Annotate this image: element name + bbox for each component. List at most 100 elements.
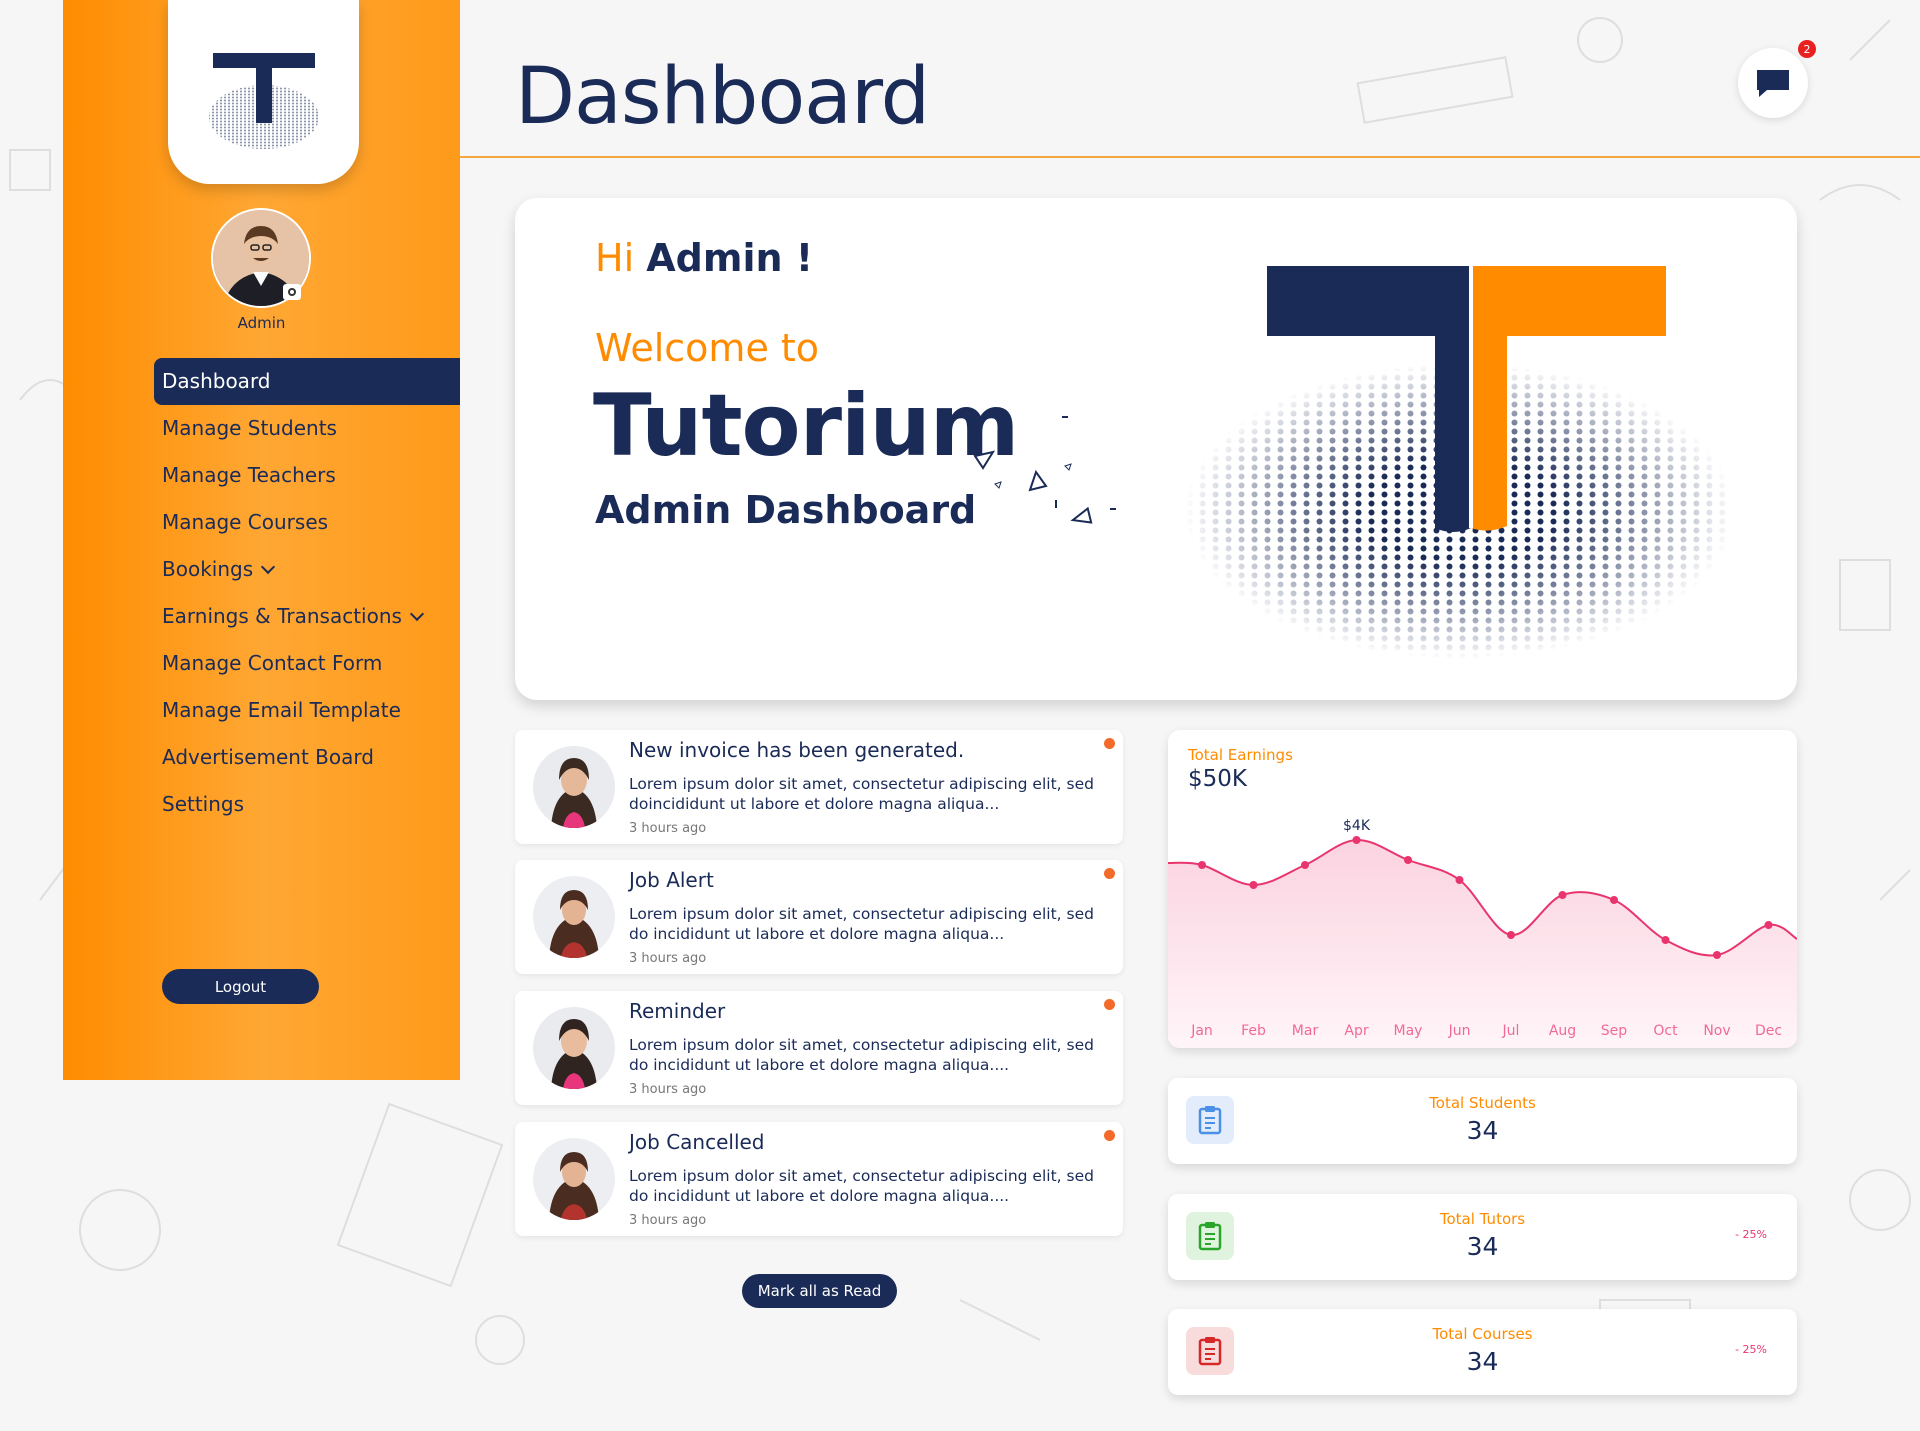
- unread-dot: [1104, 738, 1115, 749]
- stat-card-courses[interactable]: Total Courses 34 - 25%: [1168, 1309, 1797, 1395]
- sidebar: Admin Dashboard Manage Students Manage T…: [63, 0, 460, 1080]
- sidebar-item-label: Manage Teachers: [162, 463, 336, 487]
- stat-label: Total Tutors: [1439, 1210, 1526, 1228]
- chart-point-nov[interactable]: [1713, 951, 1721, 959]
- chat-icon: [1757, 70, 1789, 97]
- unread-dot: [1104, 868, 1115, 879]
- sidebar-item-advertisement-board[interactable]: Advertisement Board: [154, 734, 460, 781]
- welcome-subtitle: Admin Dashboard: [595, 488, 977, 532]
- chart-point-mar[interactable]: [1301, 861, 1309, 869]
- stat-value: 34: [1466, 1116, 1499, 1145]
- sidebar-item-bookings[interactable]: Bookings: [154, 546, 460, 593]
- chart-point-feb[interactable]: [1249, 881, 1258, 889]
- notification-time: 3 hours ago: [629, 1213, 707, 1228]
- welcome-text: Welcome to: [595, 326, 820, 370]
- earnings-value: $50K: [1188, 766, 1247, 792]
- greeting-hi: Hi: [595, 236, 635, 280]
- notification-time: 3 hours ago: [629, 821, 707, 836]
- x-tick-label: Jun: [1448, 1023, 1471, 1039]
- stat-card-students[interactable]: Total Students 34: [1168, 1078, 1797, 1164]
- avatar: [533, 876, 615, 958]
- sidebar-item-manage-students[interactable]: Manage Students: [154, 405, 460, 452]
- x-tick-label: May: [1394, 1023, 1423, 1039]
- chart-point-jun[interactable]: [1455, 876, 1464, 884]
- notification-card[interactable]: Job Cancelled Lorem ipsum dolor sit amet…: [515, 1122, 1123, 1236]
- messages-button[interactable]: [1738, 48, 1808, 118]
- header-divider: [460, 156, 1920, 158]
- welcome-card: Hi Admin ! Welcome to Tutorium Admin Das…: [515, 198, 1797, 700]
- notification-badge: 2: [1798, 40, 1816, 58]
- stat-value: 34: [1466, 1347, 1499, 1376]
- sidebar-logo[interactable]: [168, 0, 359, 184]
- notification-card[interactable]: Job Alert Lorem ipsum dolor sit amet, co…: [515, 860, 1123, 974]
- logout-button[interactable]: Logout: [162, 969, 319, 1004]
- chart-point-jul[interactable]: [1507, 931, 1515, 939]
- notification-body: Lorem ipsum dolor sit amet, consectetur …: [629, 775, 1094, 813]
- greeting: Hi Admin !: [595, 236, 813, 280]
- notification-time: 3 hours ago: [629, 951, 707, 966]
- chart-point-jan[interactable]: [1198, 861, 1206, 869]
- stat-label: Total Courses: [1432, 1325, 1533, 1343]
- avatar: [533, 1138, 615, 1220]
- sidebar-item-label: Bookings: [162, 557, 254, 581]
- stat-card-tutors[interactable]: Total Tutors 34 - 25%: [1168, 1194, 1797, 1280]
- chevron-down-icon: [409, 606, 425, 622]
- notification-body: Lorem ipsum dolor sit amet, consectetur …: [629, 1036, 1094, 1074]
- notification-body: Lorem ipsum dolor sit amet, consectetur …: [629, 1167, 1094, 1205]
- sidebar-item-dashboard[interactable]: Dashboard: [154, 358, 460, 405]
- notification-card[interactable]: New invoice has been generated. Lorem ip…: [515, 730, 1123, 844]
- tutorium-logo-large: [1185, 266, 1735, 659]
- chart-point-aug[interactable]: [1558, 891, 1567, 899]
- unread-dot: [1104, 1130, 1115, 1141]
- sidebar-item-manage-contact-form[interactable]: Manage Contact Form: [154, 640, 460, 687]
- x-tick-label: Nov: [1703, 1023, 1730, 1039]
- avatar: [533, 1007, 615, 1089]
- confetti-decoration: [973, 416, 1116, 524]
- sidebar-item-manage-courses[interactable]: Manage Courses: [154, 499, 460, 546]
- chart-point-oct[interactable]: [1661, 936, 1670, 944]
- tutorium-logo-icon: [208, 53, 319, 149]
- stat-delta: - 25%: [1735, 1343, 1767, 1356]
- x-tick-label: Feb: [1241, 1023, 1266, 1039]
- chart-point-apr[interactable]: [1352, 836, 1361, 844]
- sidebar-item-settings[interactable]: Settings: [154, 781, 460, 828]
- camera-icon[interactable]: [283, 284, 301, 300]
- sidebar-item-label: Earnings & Transactions: [162, 604, 402, 628]
- page-title: Dashboard: [515, 52, 930, 142]
- avatar: [533, 746, 615, 828]
- sidebar-item-earnings-transactions[interactable]: Earnings & Transactions: [154, 593, 460, 640]
- sidebar-item-label: Dashboard: [162, 369, 271, 393]
- sidebar-item-manage-email-template[interactable]: Manage Email Template: [154, 687, 460, 734]
- admin-avatar-wrap[interactable]: [211, 208, 311, 308]
- earnings-card: Jan Feb Mar Apr May Jun Jul Aug Sep Oct Nov Dec $4K …: [1168, 730, 1797, 1048]
- greeting-name: Admin !: [646, 236, 814, 280]
- notification-title: Job Cancelled: [629, 1130, 765, 1154]
- sidebar-nav: Dashboard Manage Students Manage Teacher…: [154, 358, 460, 828]
- notification-title: Reminder: [629, 999, 726, 1023]
- mark-all-read-button[interactable]: Mark all as Read: [742, 1274, 897, 1308]
- x-tick-label: Mar: [1292, 1023, 1319, 1039]
- sidebar-item-label: Manage Courses: [162, 510, 329, 534]
- notification-card[interactable]: Reminder Lorem ipsum dolor sit amet, con…: [515, 991, 1123, 1105]
- stat-delta: - 25%: [1735, 1228, 1767, 1241]
- x-tick-label: Jan: [1190, 1023, 1213, 1039]
- notification-time: 3 hours ago: [629, 1082, 707, 1097]
- chart-point-dec[interactable]: [1764, 921, 1773, 929]
- sidebar-item-label: Manage Contact Form: [162, 651, 383, 675]
- x-tick-label: Apr: [1344, 1023, 1368, 1039]
- chart-point-sep[interactable]: [1610, 896, 1618, 904]
- sidebar-item-manage-teachers[interactable]: Manage Teachers: [154, 452, 460, 499]
- notification-title: New invoice has been generated.: [629, 738, 965, 762]
- x-tick-label: Jul: [1502, 1023, 1520, 1039]
- stat-label: Total Students: [1429, 1094, 1536, 1112]
- x-tick-label: Sep: [1601, 1023, 1628, 1039]
- chevron-down-icon: [261, 559, 276, 575]
- sidebar-item-label: Advertisement Board: [162, 745, 374, 769]
- unread-dot: [1104, 999, 1115, 1010]
- chart-area: [1168, 839, 1797, 1048]
- notification-body: Lorem ipsum dolor sit amet, consectetur …: [629, 905, 1094, 943]
- x-tick-label: Aug: [1549, 1023, 1576, 1039]
- chart-point-may[interactable]: [1404, 856, 1412, 864]
- sidebar-item-label: Manage Students: [162, 416, 337, 440]
- x-tick-label: Oct: [1653, 1023, 1678, 1039]
